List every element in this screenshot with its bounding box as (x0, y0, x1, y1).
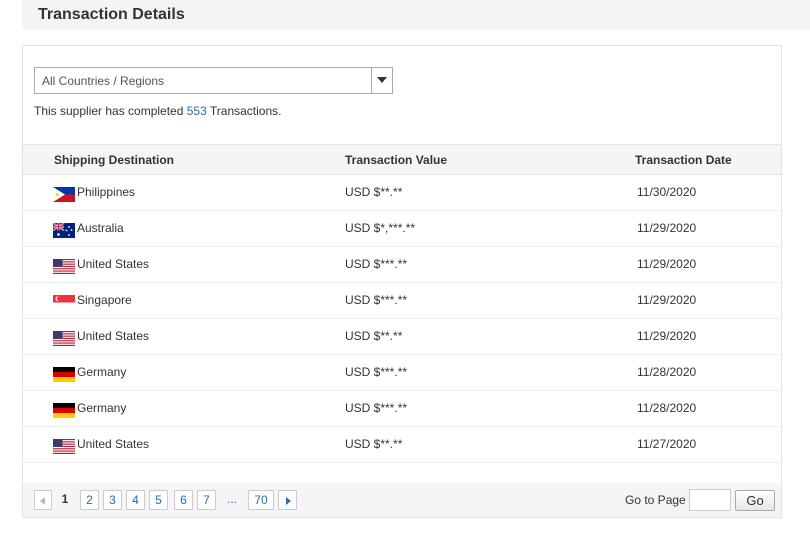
transaction-panel: All Countries / Regions This supplier ha… (22, 45, 782, 518)
table-row: Germany USD $***.** 11/28/2020 (23, 355, 781, 391)
table-row: Australia USD $*,***.** 11/29/2020 (23, 211, 781, 247)
pagination-footer: 1 2 3 4 5 6 7 ... 70 Go to Page Go (23, 483, 781, 517)
row-country: United States (77, 257, 150, 271)
row-country: United States (77, 437, 150, 451)
dropdown-arrow-button[interactable] (371, 68, 392, 93)
page-2-button[interactable]: 2 (80, 490, 99, 510)
page-title: Transaction Details (38, 6, 185, 23)
singapore-flag-icon (53, 295, 75, 310)
row-country: Germany (77, 365, 127, 379)
australia-flag-icon (53, 223, 75, 238)
go-to-page-input[interactable] (689, 489, 731, 511)
page-4-button[interactable]: 4 (126, 490, 145, 510)
country-region-select-value: All Countries / Regions (42, 74, 165, 88)
summary-prefix: This supplier has completed (34, 104, 187, 118)
go-button[interactable]: Go (735, 490, 775, 511)
row-value: USD $**.** (345, 329, 403, 343)
row-date: 11/27/2020 (637, 437, 697, 451)
row-country: United States (77, 329, 150, 343)
row-value: USD $**.** (345, 185, 403, 199)
united-states-flag-icon (53, 331, 75, 346)
row-date: 11/28/2020 (637, 401, 697, 415)
row-date: 11/29/2020 (637, 221, 697, 235)
table-header: Shipping Destination Transaction Value T… (23, 144, 781, 175)
country-region-select[interactable]: All Countries / Regions (34, 67, 393, 94)
chevron-right-icon (286, 497, 291, 505)
go-to-page-label: Go to Page (625, 493, 686, 507)
row-date: 11/29/2020 (637, 257, 697, 271)
row-value: USD $***.** (345, 401, 408, 415)
germany-flag-icon (53, 403, 75, 418)
philippines-flag-icon (53, 187, 75, 202)
row-date: 11/29/2020 (637, 329, 697, 343)
united-states-flag-icon (53, 259, 75, 274)
table-row: Philippines USD $**.** 11/30/2020 (23, 175, 781, 211)
page-6-button[interactable]: 6 (174, 490, 193, 510)
table-row: Germany USD $***.** 11/28/2020 (23, 391, 781, 427)
transaction-summary: This supplier has completed 553 Transact… (34, 104, 281, 118)
row-country: Germany (77, 401, 127, 415)
page-3-button[interactable]: 3 (103, 490, 122, 510)
header-bar: Transaction Details (22, 0, 810, 30)
chevron-left-icon (40, 497, 45, 505)
row-date: 11/29/2020 (637, 293, 697, 307)
row-country: Singapore (77, 293, 132, 307)
row-date: 11/28/2020 (637, 365, 697, 379)
chevron-down-icon (377, 77, 387, 83)
column-header-transaction-date: Transaction Date (635, 153, 732, 167)
page-1-current: 1 (61, 492, 69, 506)
summary-suffix: Transactions. (206, 104, 282, 118)
row-date: 11/30/2020 (637, 185, 697, 199)
table-row: United States USD $**.** 11/27/2020 (23, 427, 781, 463)
row-country: Australia (77, 221, 124, 235)
table-row: Singapore USD $***.** 11/29/2020 (23, 283, 781, 319)
row-value: USD $***.** (345, 257, 408, 271)
page-7-button[interactable]: 7 (197, 490, 216, 510)
pagination-ellipsis: ... (226, 492, 237, 506)
united-states-flag-icon (53, 439, 75, 454)
row-country: Philippines (77, 185, 136, 199)
column-header-shipping-destination: Shipping Destination (54, 153, 174, 167)
page-5-button[interactable]: 5 (149, 490, 168, 510)
next-page-button[interactable] (278, 490, 297, 510)
table-row: United States USD $**.** 11/29/2020 (23, 319, 781, 355)
row-value: USD $***.** (345, 293, 408, 307)
transaction-count: 553 (186, 104, 207, 118)
row-value: USD $**.** (345, 437, 403, 451)
column-header-transaction-value: Transaction Value (345, 153, 448, 167)
transaction-rows: Philippines USD $**.** 11/30/2020 Austra… (23, 175, 781, 463)
row-value: USD $*,***.** (345, 221, 416, 235)
germany-flag-icon (53, 367, 75, 382)
prev-page-button[interactable] (34, 490, 52, 510)
table-row: United States USD $***.** 11/29/2020 (23, 247, 781, 283)
row-value: USD $***.** (345, 365, 408, 379)
page-70-button[interactable]: 70 (248, 490, 274, 510)
